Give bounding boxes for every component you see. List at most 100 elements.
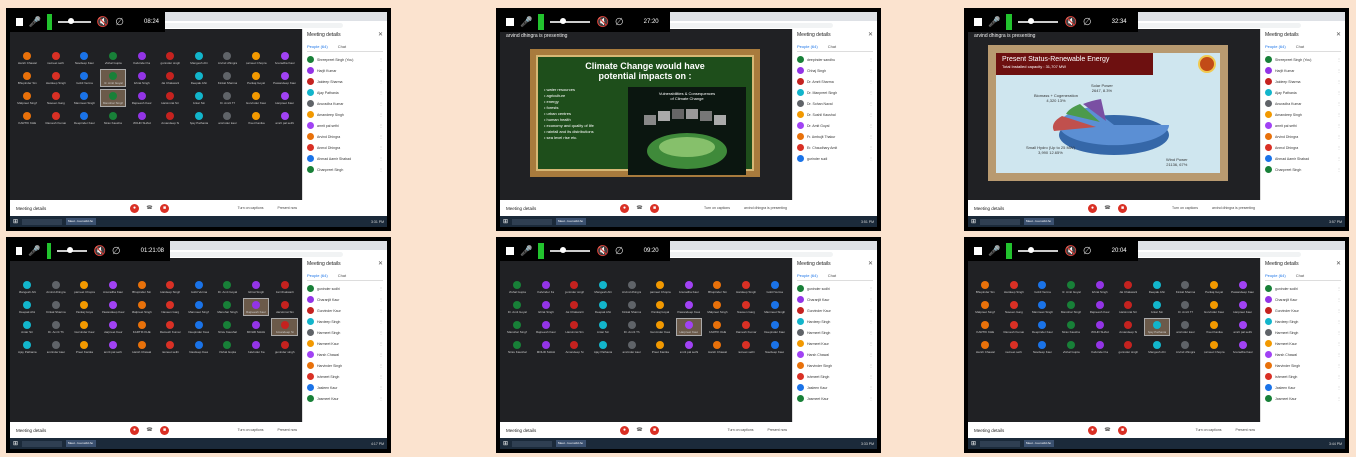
participant-tile[interactable]: Mangesh Ahi <box>14 278 41 296</box>
people-list-item[interactable]: guninder sodhi ⋮ <box>797 285 873 292</box>
present-now-button[interactable]: Present now <box>768 428 787 432</box>
people-list-item[interactable]: Ajay Pathania ⋮ <box>1265 89 1341 96</box>
stop-recording-icon[interactable] <box>16 247 23 255</box>
participant-tile[interactable]: Malpreet Singh <box>14 89 41 107</box>
participant-tile[interactable]: Pankaj Goyal <box>243 69 270 87</box>
people-list-item[interactable]: Shreepreet Singh (You) ⋮ <box>307 56 383 63</box>
more-options-icon[interactable]: ⋮ <box>1337 112 1341 117</box>
captions-button[interactable]: Turn on captions <box>1172 206 1198 210</box>
participant-tile[interactable]: Bhupinder Sin <box>14 69 41 87</box>
hang-up-icon[interactable]: ☎ <box>145 203 154 213</box>
tab-people[interactable]: People (64) <box>1265 273 1286 278</box>
participant-tile[interactable]: amrit pal sethi <box>676 338 703 356</box>
participant-tile[interactable]: Pawandeep Kaur <box>271 69 298 87</box>
meeting-details-button[interactable]: Meeting details <box>974 428 1004 433</box>
microphone-icon[interactable]: 🎤 <box>520 17 532 28</box>
mute-icon[interactable]: 🔇 <box>97 17 109 28</box>
participant-tile[interactable]: Hardeep Singh <box>43 69 70 87</box>
people-list-item[interactable]: Amandeep Singh ⋮ <box>307 111 383 118</box>
people-list-item[interactable]: Jasmeet Kaur ⋮ <box>1265 395 1341 402</box>
people-list-item[interactable]: Anuradha Kumar ⋮ <box>1265 100 1341 107</box>
participant-tile[interactable]: Gurvinder Kaur <box>243 89 270 107</box>
tab-chat[interactable]: Chat <box>1296 44 1304 49</box>
more-options-icon[interactable]: ⋮ <box>869 286 873 291</box>
more-options-icon[interactable]: ⋮ <box>869 112 873 117</box>
participant-tile[interactable]: parneet Chopra <box>243 49 270 67</box>
hang-up-icon[interactable]: ☎ <box>635 425 644 435</box>
participant-tile[interactable]: Manohar Singh <box>99 89 127 107</box>
participant-tile[interactable]: Naveen Garg <box>1001 298 1028 316</box>
more-options-icon[interactable]: ⋮ <box>869 57 873 62</box>
participant-tile[interactable]: Navdeep Kaur <box>186 338 213 356</box>
more-options-icon[interactable]: ⋮ <box>1337 330 1341 335</box>
more-options-icon[interactable]: ⋮ <box>1337 352 1341 357</box>
tab-people[interactable]: People (64) <box>797 44 818 49</box>
participant-tile[interactable]: Nirav Kaushal <box>100 109 127 127</box>
people-list-item[interactable]: Dr. Amrit Sharma ⋮ <box>797 78 873 85</box>
captions-button[interactable]: Turn on captions <box>728 428 754 432</box>
participant-tile[interactable]: Preet Kanika <box>243 109 270 127</box>
people-list-item[interactable]: Ajay Pathania ⋮ <box>307 89 383 96</box>
participant-tile[interactable]: Gurvinder Kaur <box>71 318 98 336</box>
participant-tile[interactable]: Ajay Pathania <box>14 338 41 356</box>
more-options-icon[interactable]: ⋮ <box>869 101 873 106</box>
people-list-item[interactable]: Dr. Manpreet Singh ⋮ <box>797 89 873 96</box>
more-options-icon[interactable]: ⋮ <box>379 90 383 95</box>
more-options-icon[interactable]: ⋮ <box>869 319 873 324</box>
people-list-item[interactable]: Harmeet Kaur ⋮ <box>1265 340 1341 347</box>
no-camera-icon[interactable]: ∅ <box>1083 246 1092 257</box>
stop-recording-icon[interactable] <box>506 18 514 26</box>
participant-tile[interactable]: Pawandeep Kaur <box>100 298 127 316</box>
people-list-item[interactable]: Charanjit Kaur ⋮ <box>1265 296 1341 303</box>
more-options-icon[interactable]: ⋮ <box>379 57 383 62</box>
more-options-icon[interactable]: ⋮ <box>379 341 383 346</box>
more-options-icon[interactable]: ⋮ <box>869 396 873 401</box>
participant-tile[interactable]: Nirav Kaushal <box>214 318 241 336</box>
more-options-icon[interactable]: ⋮ <box>379 308 383 313</box>
participant-tile[interactable]: Dr. Amit Goyal <box>504 298 531 316</box>
close-icon[interactable]: ✕ <box>1336 31 1341 38</box>
more-options-icon[interactable]: ⋮ <box>379 156 383 161</box>
participant-tile[interactable]: Harsh Chawal <box>972 338 999 356</box>
participant-tile[interactable]: Jai Chakwarti <box>271 278 298 296</box>
volume-slider[interactable] <box>550 247 591 253</box>
tab-people[interactable]: People (64) <box>1265 44 1286 49</box>
participant-tile[interactable]: Manohar Singh <box>504 318 531 336</box>
windows-start-icon[interactable]: ⊞ <box>503 440 508 447</box>
people-list-item[interactable]: guninder sodhi ⋮ <box>1265 285 1341 292</box>
microphone-icon[interactable]: 🎤 <box>988 246 1000 257</box>
stop-recording-icon[interactable] <box>974 18 982 26</box>
participant-tile[interactable]: Ajay Pathania <box>186 109 213 127</box>
participant-tile[interactable]: Ramesh Kumar <box>733 318 760 336</box>
taskbar-app-meet[interactable]: Meet - ku-nwdd-ho <box>556 440 587 447</box>
participant-tile[interactable]: guninder singh <box>271 338 298 356</box>
volume-slider[interactable] <box>1018 247 1059 253</box>
participant-tile[interactable]: Hardeep Singh <box>157 278 184 296</box>
participant-tile[interactable]: Rajneesh Kaur <box>533 318 560 336</box>
participant-tile[interactable]: Naveen Garg <box>733 298 760 316</box>
more-options-icon[interactable]: ⋮ <box>1337 167 1341 172</box>
taskbar-app-meet[interactable]: Meet - ku-nwdd-ho <box>556 218 587 225</box>
more-options-icon[interactable]: ⋮ <box>869 352 873 357</box>
participant-tile[interactable]: Antar Sin <box>14 318 41 336</box>
hang-up-icon[interactable]: ☎ <box>1103 203 1112 213</box>
camera-off-icon[interactable]: ■ <box>650 203 659 213</box>
taskbar-search[interactable] <box>980 218 1021 225</box>
people-list-item[interactable]: Harvinder Singh ⋮ <box>797 362 873 369</box>
participant-tile[interactable]: Hardeep Singh <box>733 278 760 296</box>
participant-tile[interactable]: Anuradha Kaur <box>676 278 703 296</box>
people-list-item[interactable]: Hardeep Singh ⋮ <box>307 318 383 325</box>
mic-off-icon[interactable]: ● <box>620 425 629 435</box>
more-options-icon[interactable]: ⋮ <box>379 374 383 379</box>
volume-slider[interactable] <box>57 247 88 253</box>
more-options-icon[interactable]: ⋮ <box>379 297 383 302</box>
people-list-item[interactable]: Harvinder Singh ⋮ <box>307 362 383 369</box>
participant-tile[interactable]: ravneet sethi <box>733 338 760 356</box>
more-options-icon[interactable]: ⋮ <box>1337 308 1341 313</box>
more-options-icon[interactable]: ⋮ <box>379 68 383 73</box>
more-options-icon[interactable]: ⋮ <box>1337 363 1341 368</box>
participant-tile[interactable]: ravneet sethi <box>157 338 184 356</box>
present-now-button[interactable]: Present now <box>1236 428 1255 432</box>
more-options-icon[interactable]: ⋮ <box>1337 68 1341 73</box>
participant-tile[interactable]: Nirav Kaushal <box>1058 318 1085 336</box>
